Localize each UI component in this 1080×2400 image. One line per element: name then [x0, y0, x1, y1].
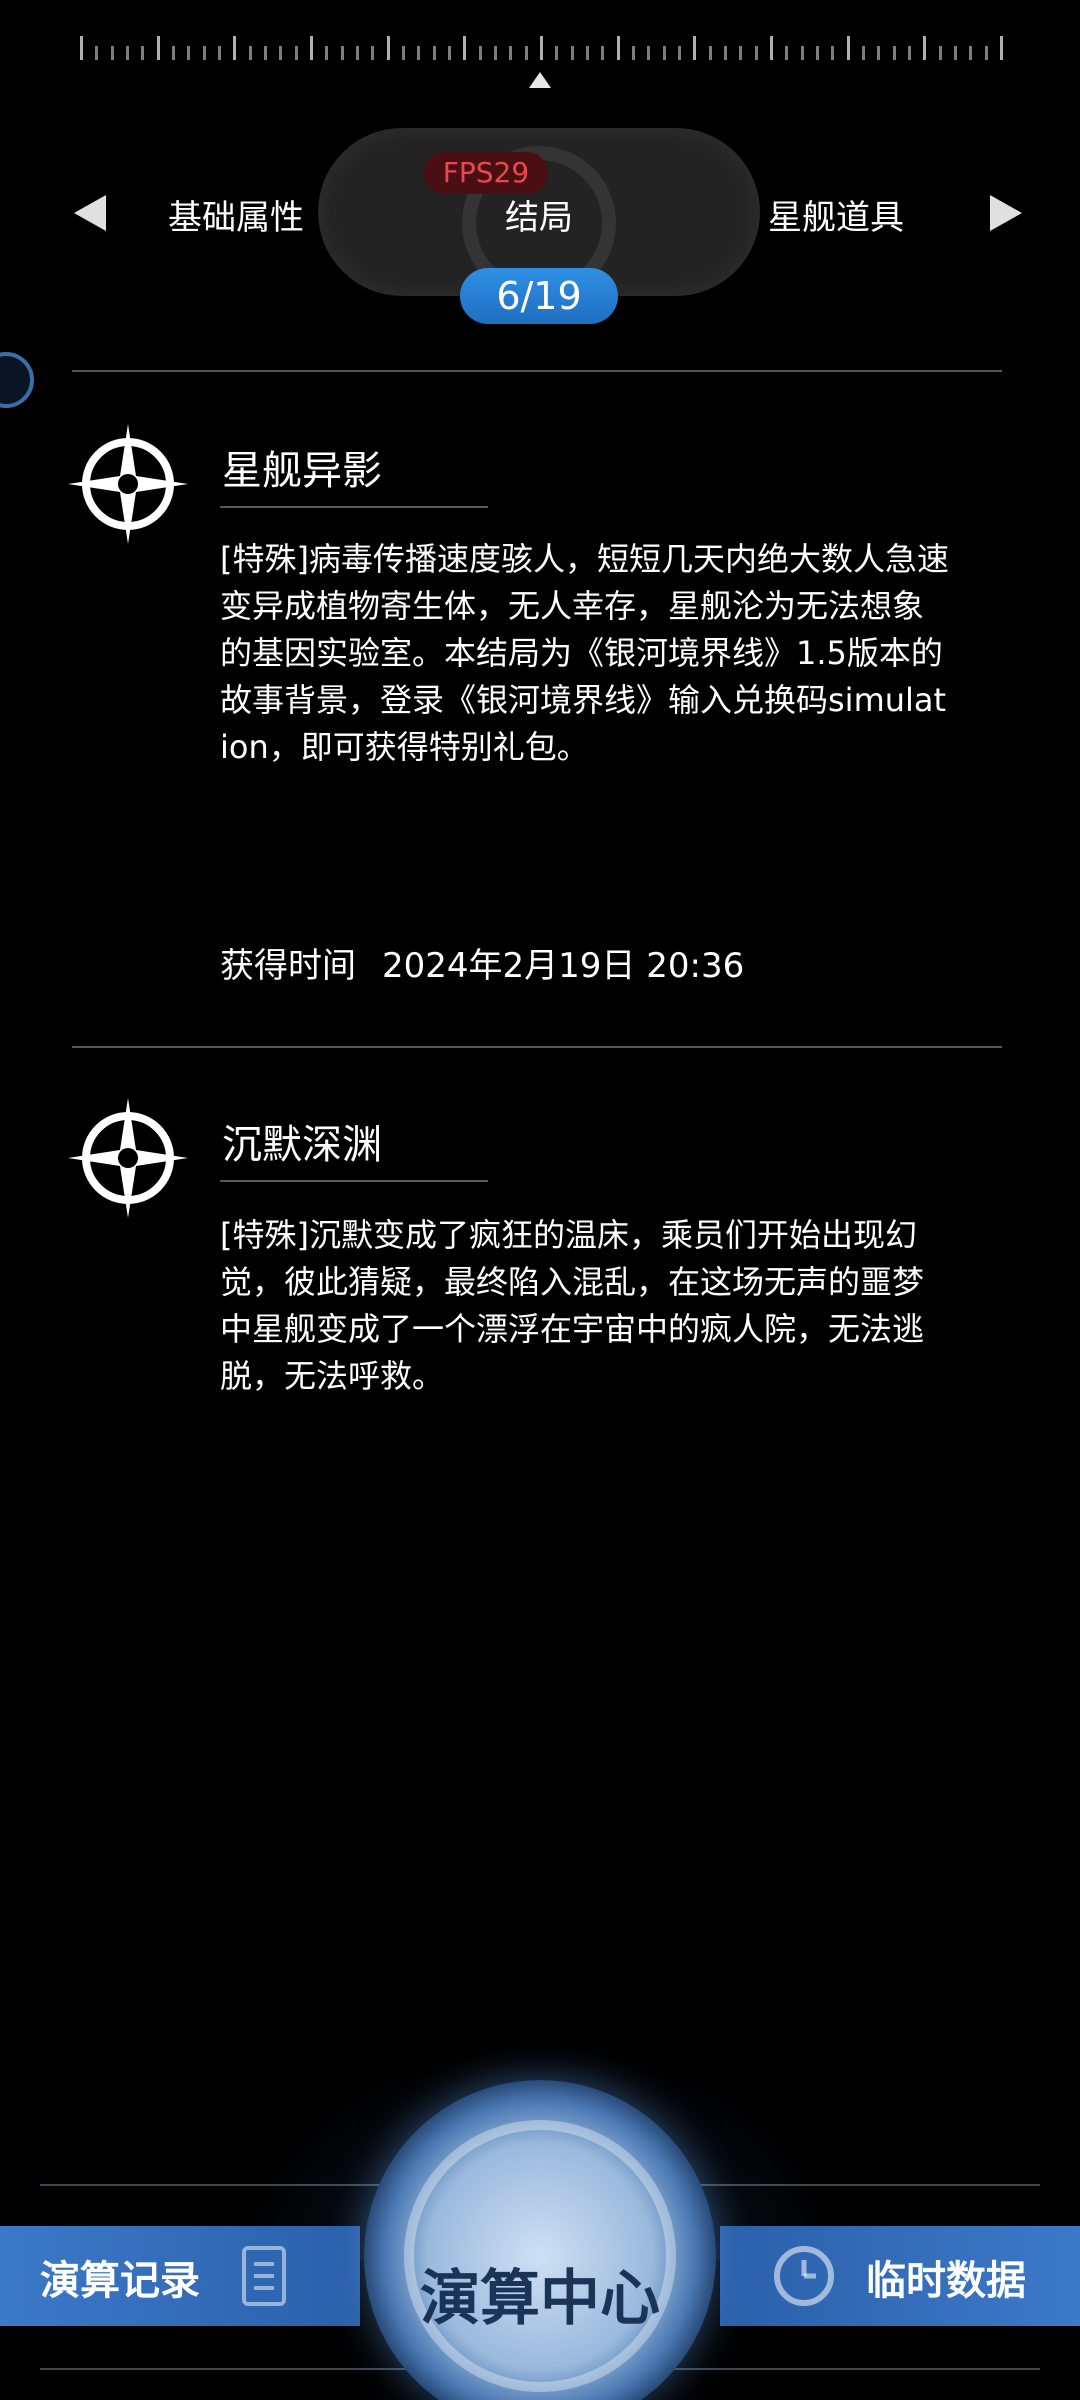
- ruler-tick: [126, 46, 129, 60]
- time-value: 2024年2月19日 20:36: [382, 946, 745, 986]
- ruler-tick: [877, 46, 880, 60]
- ruler-tick: [310, 36, 313, 60]
- ruler-tick: [233, 36, 236, 60]
- ruler-tick: [141, 46, 144, 60]
- ruler-tick: [95, 46, 98, 60]
- endings-screen: FPS29 基础属性 结局 星舰道具 6/19 星舰异影 [特殊]病毒传播速度骇…: [0, 0, 1080, 2400]
- ruler-tick: [571, 46, 574, 60]
- ruler-tick: [295, 46, 298, 60]
- document-icon: [242, 2246, 286, 2306]
- ruler-tick: [724, 46, 727, 60]
- ruler-tick: [525, 46, 528, 60]
- entry-description: [特殊]病毒传播速度骇人，短短几天内绝大数人急速变异成植物寄生体，无人幸存，星舰…: [220, 540, 949, 766]
- ruler-tick: [678, 46, 681, 60]
- entry-title: 星舰异影: [222, 448, 382, 494]
- ruler-tick: [264, 46, 267, 60]
- page-counter: 6/19: [460, 268, 618, 324]
- ruler-tick: [601, 46, 604, 60]
- ruler-tick: [555, 46, 558, 60]
- time-label: 获得时间: [220, 946, 356, 986]
- ruler-tick: [923, 36, 926, 60]
- ruler-tick: [831, 46, 834, 60]
- ruler-tick: [203, 46, 206, 60]
- ruler-tick: [341, 46, 344, 60]
- ruler-tick: [617, 36, 620, 60]
- ruler-tick: [325, 46, 328, 60]
- ruler-tick: [1000, 36, 1003, 60]
- ruler-tick: [80, 36, 83, 60]
- ruler-tick: [433, 46, 436, 60]
- ruler-tick: [663, 46, 666, 60]
- ruler-tick: [709, 46, 712, 60]
- floating-assistant-bubble[interactable]: [0, 352, 34, 408]
- ruler-tick: [969, 46, 972, 60]
- ruler-tick: [249, 46, 252, 60]
- title-underline: [220, 506, 488, 508]
- ruler-tick: [279, 46, 282, 60]
- entry-obtained-time: 获得时间 2024年2月19日 20:36: [220, 938, 744, 987]
- ruler-tick: [954, 46, 957, 60]
- ruler-tick: [770, 36, 773, 60]
- simulation-records-label: 演算记录: [40, 2258, 200, 2304]
- ruler-tick: [540, 36, 543, 60]
- title-underline: [220, 1180, 488, 1182]
- entry-title: 沉默深渊: [222, 1122, 382, 1168]
- ruler-tick: [479, 46, 482, 60]
- tab-endings[interactable]: 结局: [505, 190, 573, 239]
- ruler-tick: [739, 46, 742, 60]
- ruler-tick: [647, 46, 650, 60]
- divider: [72, 370, 1002, 372]
- tab-starship-items[interactable]: 星舰道具: [768, 190, 904, 239]
- ruler-tick: [693, 36, 696, 60]
- tab-basic-attributes[interactable]: 基础属性: [168, 190, 304, 239]
- ruler-tick: [111, 46, 114, 60]
- ruler-tick: [632, 46, 635, 60]
- ruler-tick: [893, 46, 896, 60]
- ruler-tick: [463, 36, 466, 60]
- top-ruler: [80, 34, 1003, 60]
- ruler-tick: [816, 46, 819, 60]
- ruler-tick: [187, 46, 190, 60]
- ruler-tick: [847, 36, 850, 60]
- ruler-tick: [985, 46, 988, 60]
- divider: [72, 1046, 1002, 1048]
- ruler-tick: [509, 46, 512, 60]
- simulation-center-label: 演算中心: [420, 2264, 660, 2334]
- ruler-tick: [801, 46, 804, 60]
- ruler-tick: [172, 46, 175, 60]
- next-tab-arrow-icon[interactable]: [990, 195, 1022, 231]
- temporary-data-label: 临时数据: [866, 2258, 1026, 2304]
- ruler-tick: [908, 46, 911, 60]
- ruler-tick: [402, 46, 405, 60]
- ruler-pointer-icon: [529, 72, 551, 88]
- ruler-tick: [371, 46, 374, 60]
- ruler-tick: [218, 46, 221, 60]
- previous-tab-arrow-icon[interactable]: [74, 195, 106, 231]
- ruler-tick: [785, 46, 788, 60]
- entry-description: [特殊]沉默变成了疯狂的温床，乘员们开始出现幻觉，彼此猜疑，最终陷入混乱，在这场…: [220, 1216, 925, 1395]
- ruler-tick: [586, 46, 589, 60]
- ruler-tick: [862, 46, 865, 60]
- clock-icon: [774, 2246, 834, 2306]
- ruler-tick: [157, 36, 160, 60]
- compass-star-icon: [68, 1098, 188, 1218]
- fps-badge: FPS29: [424, 152, 548, 194]
- ruler-tick: [417, 46, 420, 60]
- ruler-tick: [448, 46, 451, 60]
- ruler-tick: [356, 46, 359, 60]
- ruler-tick: [755, 46, 758, 60]
- ruler-tick: [939, 46, 942, 60]
- compass-star-icon: [68, 424, 188, 544]
- ruler-tick: [494, 46, 497, 60]
- ruler-tick: [387, 36, 390, 60]
